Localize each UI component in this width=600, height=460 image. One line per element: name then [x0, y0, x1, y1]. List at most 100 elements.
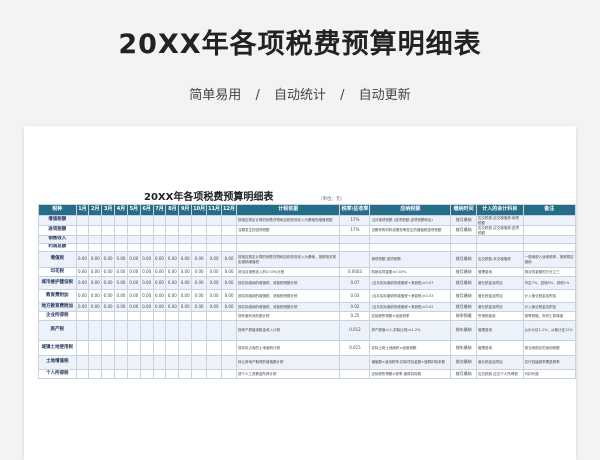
month-value-cell	[178, 355, 193, 370]
column-header: 9月	[178, 204, 193, 216]
month-value-cell: 0.00	[75, 302, 90, 312]
month-value-cell	[191, 340, 208, 356]
month-value-cell	[88, 355, 103, 370]
column-header: 3月	[101, 204, 116, 216]
month-value-cell: 0.00	[101, 276, 116, 290]
month-value-cell	[88, 243, 103, 252]
month-value-cell: 0.00	[178, 302, 193, 312]
basis-cell: 按相应规定计算的销售货物和应税劳务收入为基础的增值税额	[236, 215, 341, 226]
basis-cell: 按当月销售收入的0.03%计税	[236, 267, 341, 277]
account-cell: 营业税金及附加	[475, 276, 524, 290]
month-value-cell	[101, 320, 116, 341]
month-value-cell	[101, 225, 116, 236]
tax-amount-cell: 房产原值×(1-扣除比例)×1.2%	[369, 320, 452, 341]
month-value-cell: 0.00	[191, 289, 208, 303]
note-cell: 市区7%，县城5%，其他1%	[522, 276, 576, 290]
table-row: 企业所得税 按年度利润总额计税 0.25 应纳税所得额×适用税率 按季预缴 所得税费用 按季…	[38, 311, 576, 321]
month-value-cell: 0.00	[178, 276, 193, 290]
account-cell: 应交税费-未交增值税	[475, 251, 524, 268]
month-value-cell	[88, 225, 103, 236]
note-cell: 一般纳税人适用税率，按照规定缴纳	[522, 251, 576, 268]
sheet-title: 20XX年各项税费预算明细表	[144, 192, 274, 203]
month-value-cell: 0.00	[191, 267, 208, 277]
tax-amount-cell	[369, 243, 452, 252]
column-header: 8月	[165, 204, 180, 216]
basis-cell	[236, 243, 341, 252]
column-header: 11月	[206, 204, 223, 216]
month-value-cell	[88, 340, 103, 356]
tag-auto-stats: 自动统计	[273, 88, 326, 103]
month-value-cell	[139, 215, 154, 226]
table-header-row: 税种 1月 2月 3月 4月 5月 6月 7月 8月 9月 10月 11月 12月 计税依据 税率\征收率应…	[38, 204, 576, 216]
account-cell: 管理费用	[475, 267, 524, 277]
basis-cell: 按实际缴纳的增值税、消费税税额计税	[236, 289, 341, 303]
rate-cell: 0.015	[339, 340, 371, 356]
month-value-cell	[206, 320, 223, 341]
column-header: 应纳税额	[369, 204, 452, 216]
payment-time-cell: 按月缴纳	[450, 302, 477, 312]
note-cell: 按当地规定的适用税额	[522, 340, 576, 356]
month-value-cell: 0.00	[152, 289, 167, 303]
tax-amount-cell: 当期采购材料或服务等发生的增值税进项税额	[369, 225, 452, 236]
month-value-cell	[88, 235, 103, 244]
month-value-cell	[191, 311, 208, 321]
month-value-cell	[152, 215, 167, 226]
month-value-cell	[101, 311, 116, 321]
note-cell	[522, 235, 576, 244]
payment-time-cell: 按年缴纳	[450, 340, 477, 356]
month-value-cell	[126, 243, 141, 252]
tax-amount-cell	[369, 235, 452, 244]
month-value-cell: 0.00	[191, 251, 208, 268]
table-row: 土地增值税 转让房地产取得的增值额计税 增值额×适用税率-扣除项目金额×速算扣除系数…	[38, 355, 576, 370]
month-value-cell	[152, 311, 167, 321]
month-value-cell: 0.00	[221, 276, 238, 290]
month-value-cell	[165, 243, 180, 252]
tax-amount-cell: 实际占用土地面积×适用税额	[369, 340, 452, 356]
tax-name-cell: 利润总额	[38, 243, 77, 252]
tax-amount-cell: (当月实际缴纳的增值税+消费税)×0.07	[369, 276, 452, 290]
month-value-cell	[206, 215, 223, 226]
basis-cell: 按相应规定计算的销售货物和应税劳务收入为基础，按照相关规定缴纳增值税	[236, 251, 341, 268]
column-header: 2月	[88, 204, 103, 216]
month-value-cell	[114, 215, 128, 226]
month-value-cell	[165, 225, 180, 236]
basis-cell: 按实际占用的土地面积计税	[236, 340, 341, 356]
month-value-cell	[221, 355, 238, 370]
table-row: 利润总额	[38, 243, 576, 252]
rate-cell	[339, 243, 371, 252]
account-cell: 所得税费用	[475, 311, 524, 321]
month-value-cell: 0.00	[114, 302, 128, 312]
note-cell: 计入营业税金及附加	[522, 289, 576, 303]
month-value-cell: 0.00	[221, 251, 238, 268]
month-value-cell	[178, 235, 193, 244]
payment-time-cell	[450, 243, 477, 252]
month-value-cell	[165, 369, 180, 379]
tax-amount-cell: 当月销项税额-(进项税额-进项税额转出)	[369, 215, 452, 226]
month-value-cell: 0.00	[75, 276, 90, 290]
month-value-cell	[101, 215, 116, 226]
table-row: 个人所得税 按个人工资薪金所得计税 应纳税所得额×税率-速算扣除数 按月缴纳 应交税费-…	[38, 369, 576, 379]
hero-title: 20XX年各项税费预算明细表	[118, 29, 482, 60]
month-value-cell	[178, 225, 193, 236]
month-value-cell	[139, 243, 154, 252]
tax-amount-cell: 销项税额-进项税额	[369, 251, 452, 268]
month-value-cell	[191, 320, 208, 341]
rate-cell	[339, 251, 371, 268]
month-value-cell	[206, 243, 223, 252]
month-value-cell	[101, 243, 116, 252]
tax-name-cell: 教育费附加	[38, 289, 77, 303]
payment-time-cell: 按次缴纳	[450, 355, 477, 370]
month-value-cell	[152, 243, 167, 252]
note-cell	[522, 243, 576, 252]
month-value-cell	[152, 235, 167, 244]
tax-name-cell: 地方教育费附加	[38, 302, 77, 312]
month-value-cell	[114, 225, 128, 236]
month-value-cell	[221, 235, 238, 244]
month-value-cell	[206, 225, 223, 236]
month-value-cell	[191, 243, 208, 252]
column-header: 1月	[75, 204, 90, 216]
payment-time-cell: 按季预缴	[450, 311, 477, 321]
month-value-cell	[178, 311, 193, 321]
payment-time-cell: 按年缴纳	[450, 320, 477, 341]
tax-amount-cell: (当月实际缴纳的增值税+消费税)×0.03	[369, 289, 452, 303]
